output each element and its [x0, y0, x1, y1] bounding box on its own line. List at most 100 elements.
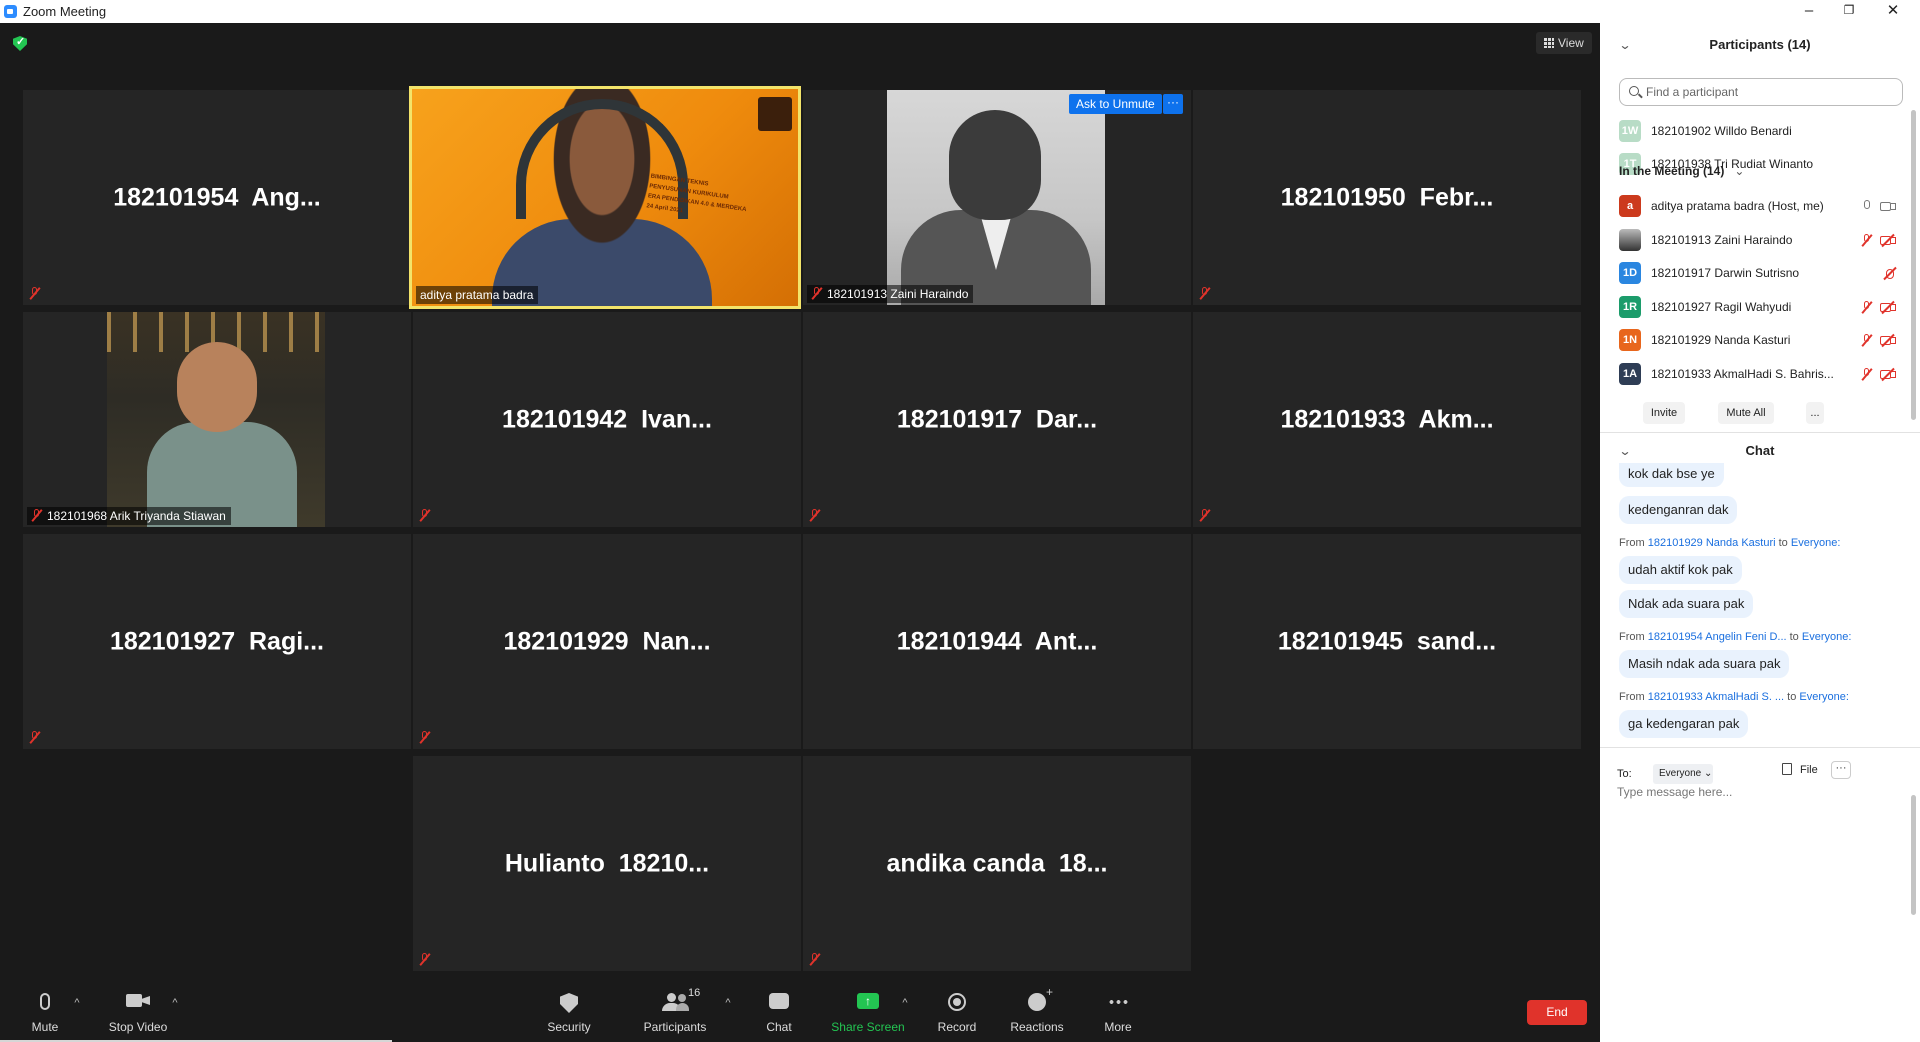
muted-mic-icon[interactable]: [1861, 234, 1873, 247]
from-label: From: [1619, 631, 1645, 643]
participant-row[interactable]: 1N 182101929 Nanda Kasturi: [1600, 323, 1920, 357]
video-tile[interactable]: 182101954 Ang...: [23, 90, 411, 305]
to-word: to: [1778, 537, 1788, 549]
in-meeting-title: In the Meeting (14): [1619, 164, 1725, 178]
muted-mic-icon: [1199, 509, 1211, 522]
ask-to-unmute-button[interactable]: Ask to Unmute: [1069, 94, 1162, 114]
participants-more-button[interactable]: ...: [1806, 402, 1824, 424]
muted-mic-icon[interactable]: [1861, 368, 1873, 381]
reactions-button[interactable]: Reactions: [992, 975, 1082, 1042]
reactions-label: Reactions: [1010, 1020, 1064, 1034]
video-off-icon[interactable]: [1880, 233, 1896, 248]
record-button[interactable]: Record: [912, 975, 1002, 1042]
share-screen-label: Share Screen: [831, 1020, 905, 1034]
record-icon: [948, 993, 966, 1011]
collapse-chevron-icon[interactable]: ⌄: [1618, 29, 1631, 61]
invite-button[interactable]: Invite: [1643, 402, 1685, 424]
chat-sender-line: From 182101933 AkmalHadi S. ... to Every…: [1619, 691, 1849, 703]
chat-button[interactable]: Chat: [734, 975, 824, 1042]
avatar: 1W: [1619, 120, 1641, 142]
video-tile[interactable]: 182101950 Febr...: [1193, 90, 1581, 305]
video-off-icon[interactable]: [1882, 266, 1898, 281]
restore-button[interactable]: ❐: [1826, 0, 1872, 23]
close-button[interactable]: ✕: [1870, 0, 1916, 23]
video-tile[interactable]: andika canda 18...: [803, 756, 1191, 971]
camera-feed: [107, 312, 325, 527]
video-tile[interactable]: 182101917 Dar...: [803, 312, 1191, 527]
participant-row[interactable]: a aditya pratama badra (Host, me): [1600, 189, 1920, 223]
avatar: 1D: [1619, 262, 1641, 284]
end-meeting-button[interactable]: End: [1527, 1000, 1587, 1025]
video-off-icon[interactable]: [1880, 333, 1896, 348]
caption-text: 182101968 Arik Triyanda Stiawan: [47, 509, 226, 523]
video-tile[interactable]: 182101945 sand...: [1193, 534, 1581, 749]
participant-name: 182101942 Ivan...: [502, 405, 712, 433]
video-tile[interactable]: 182101913 Zaini Haraindo: [803, 90, 1191, 305]
sender-name[interactable]: 182101933 AkmalHadi S. ...: [1648, 691, 1784, 703]
video-tile[interactable]: 182101929 Nan...: [413, 534, 801, 749]
muted-mic-icon[interactable]: [1861, 334, 1873, 347]
view-label: View: [1558, 36, 1584, 50]
recipient-name[interactable]: Everyone:: [1802, 631, 1852, 643]
video-off-icon[interactable]: [1880, 367, 1896, 382]
view-button[interactable]: View: [1536, 32, 1592, 54]
video-off-icon[interactable]: [1880, 300, 1896, 315]
muted-mic-icon: [419, 953, 431, 966]
to-word: to: [1789, 631, 1799, 643]
video-tile[interactable]: Hulianto 18210...: [413, 756, 801, 971]
participants-button[interactable]: 16 Participants: [630, 975, 720, 1042]
encryption-shield-icon[interactable]: [13, 36, 27, 51]
video-tile[interactable]: 182101968 Arik Triyanda Stiawan: [23, 312, 411, 527]
tile-more-button[interactable]: ···: [1163, 94, 1183, 114]
video-tile[interactable]: 182101944 Ant...: [803, 534, 1191, 749]
avatar: 1R: [1619, 296, 1641, 318]
muted-mic-icon[interactable]: [1861, 301, 1873, 314]
divider: [1600, 747, 1920, 748]
avatar: [1619, 229, 1641, 251]
participants-options-caret[interactable]: ^: [722, 997, 734, 1009]
file-button[interactable]: File: [1782, 762, 1818, 778]
chat-message-input[interactable]: Type message here...: [1617, 785, 1732, 799]
chat-scrollbar[interactable]: [1911, 795, 1916, 915]
chat-message: Ndak ada suara pak: [1619, 590, 1754, 618]
participant-row[interactable]: 1R 182101927 Ragil Wahyudi: [1600, 290, 1920, 324]
chat-label: Chat: [766, 1020, 792, 1034]
participant-name: 182101927 Ragil Wahyudi: [1651, 300, 1792, 314]
recipient-select[interactable]: Everyone ⌄: [1653, 764, 1713, 784]
participants-scrollbar[interactable]: [1911, 110, 1916, 420]
sender-name[interactable]: 182101954 Angelin Feni D...: [1648, 631, 1787, 643]
video-on-icon[interactable]: [1880, 201, 1896, 212]
microphone-icon: [40, 993, 50, 1010]
audio-options-caret[interactable]: ^: [71, 997, 83, 1009]
participant-name: 182101927 Ragi...: [109, 627, 325, 655]
participant-row[interactable]: 182101913 Zaini Haraindo: [1600, 223, 1920, 257]
video-tile[interactable]: 182101933 Akm...: [1193, 312, 1581, 527]
active-speaker-tile[interactable]: BIMBINGAN TEKNIS PENYUSUNAN KURIKULUM ER…: [409, 86, 801, 309]
share-options-caret[interactable]: ^: [899, 997, 911, 1009]
mute-label: Mute: [31, 1020, 59, 1034]
participant-name: 182101917 Dar...: [896, 405, 1098, 433]
chat-more-button[interactable]: ···: [1831, 761, 1851, 779]
sender-name[interactable]: 182101929 Nanda Kasturi: [1648, 537, 1776, 549]
file-label: File: [1800, 764, 1818, 776]
microphone-on-icon[interactable]: [1861, 200, 1873, 213]
security-button[interactable]: Security: [524, 975, 614, 1042]
participant-row[interactable]: 1D 182101917 Darwin Sutrisno: [1600, 256, 1920, 290]
participant-row[interactable]: 1W 182101902 Willdo Benardi: [1600, 114, 1920, 148]
participant-caption: 182101913 Zaini Haraindo: [807, 285, 974, 303]
mute-all-button[interactable]: Mute All: [1718, 402, 1774, 424]
participant-row[interactable]: 1A 182101933 AkmalHadi S. Bahris...: [1600, 357, 1920, 391]
participant-caption: aditya pratama badra: [416, 286, 539, 304]
video-tile[interactable]: 182101927 Ragi...: [23, 534, 411, 749]
in-meeting-header[interactable]: In the Meeting (14) ⌄: [1619, 164, 1744, 178]
participant-search-input[interactable]: Find a participant: [1619, 78, 1903, 106]
recipient-name[interactable]: Everyone:: [1791, 537, 1841, 549]
muted-mic-icon: [419, 731, 431, 744]
chat-message: ga kedengaran pak: [1619, 710, 1749, 738]
zoom-app-icon: [4, 5, 17, 18]
security-label: Security: [547, 1020, 591, 1034]
video-tile[interactable]: 182101942 Ivan...: [413, 312, 801, 527]
more-button[interactable]: More: [1073, 975, 1163, 1042]
recipient-name[interactable]: Everyone:: [1799, 691, 1849, 703]
video-options-caret[interactable]: ^: [169, 997, 181, 1009]
